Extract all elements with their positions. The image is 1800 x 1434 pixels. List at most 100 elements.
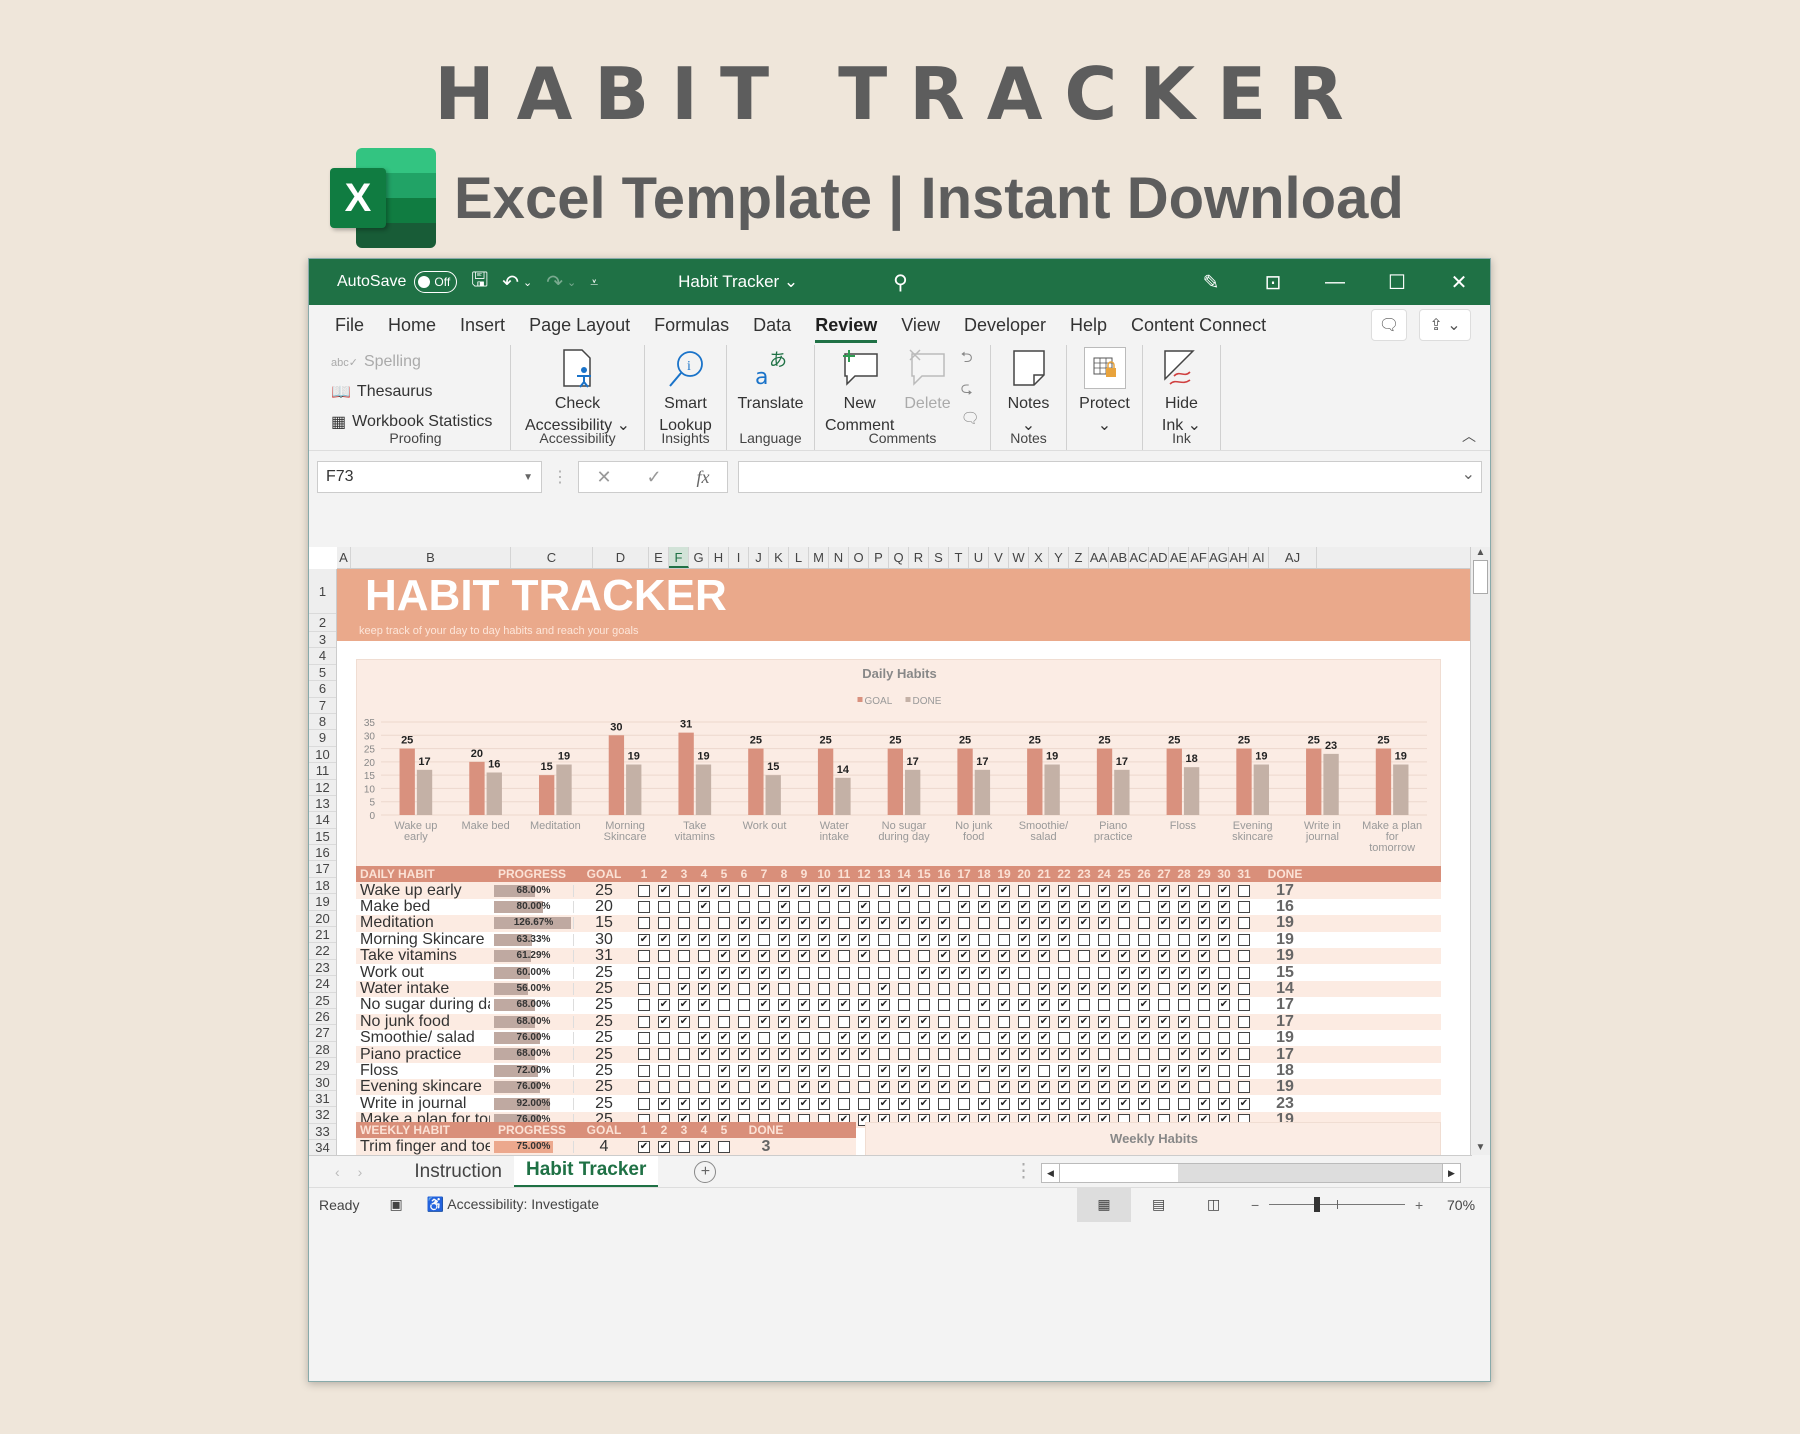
checkbox-checked[interactable]: ✔ [1238, 1097, 1250, 1110]
checkbox-unchecked[interactable] [1158, 1048, 1170, 1061]
checkbox-checked[interactable]: ✔ [1078, 1081, 1090, 1094]
document-title[interactable]: Habit Tracker ⌄ [678, 272, 798, 292]
checkbox-unchecked[interactable] [1138, 1048, 1150, 1061]
checkbox-unchecked[interactable] [678, 884, 690, 897]
checkbox-unchecked[interactable] [998, 982, 1010, 995]
checkbox-checked[interactable]: ✔ [1218, 900, 1230, 913]
checkbox-unchecked[interactable] [738, 1081, 750, 1094]
checkbox-unchecked[interactable] [718, 1015, 730, 1028]
checkbox-unchecked[interactable] [1118, 1064, 1130, 1077]
checkbox-checked[interactable]: ✔ [958, 1032, 970, 1045]
checkbox-checked[interactable]: ✔ [1138, 999, 1150, 1012]
row-header-27[interactable]: 27 [309, 1025, 336, 1042]
checkbox-unchecked[interactable] [958, 999, 970, 1012]
checkbox-checked[interactable]: ✔ [718, 1032, 730, 1045]
row-header-32[interactable]: 32 [309, 1107, 336, 1124]
checkbox-unchecked[interactable] [978, 933, 990, 946]
checkbox-checked[interactable]: ✔ [1218, 1097, 1230, 1110]
tab-insert[interactable]: Insert [448, 305, 517, 345]
column-header-m[interactable]: M [809, 547, 829, 568]
spelling-button[interactable]: abc✓ Spelling [331, 347, 500, 377]
checkbox-checked[interactable]: ✔ [1098, 1032, 1110, 1045]
checkbox-unchecked[interactable] [1118, 1048, 1130, 1061]
checkbox-checked[interactable]: ✔ [1178, 1048, 1190, 1061]
checkbox-unchecked[interactable] [1138, 933, 1150, 946]
checkbox-checked[interactable]: ✔ [858, 1048, 870, 1061]
checkbox-unchecked[interactable] [1218, 1064, 1230, 1077]
checkbox-checked[interactable]: ✔ [678, 982, 690, 995]
checkbox-unchecked[interactable] [758, 1032, 770, 1045]
row-header-18[interactable]: 18 [309, 878, 336, 895]
checkbox-checked[interactable]: ✔ [918, 1097, 930, 1110]
row-header-28[interactable]: 28 [309, 1042, 336, 1059]
row-header-7[interactable]: 7 [309, 698, 336, 714]
checkbox-checked[interactable]: ✔ [658, 933, 670, 946]
row-header-20[interactable]: 20 [309, 911, 336, 928]
checkbox-unchecked[interactable] [678, 1048, 690, 1061]
checkbox-unchecked[interactable] [1238, 999, 1250, 1012]
weekly-habits-chart[interactable]: Weekly HabitsGOALDONE01234543Trimfinger … [865, 1122, 1441, 1155]
checkbox-checked[interactable]: ✔ [1038, 999, 1050, 1012]
checkbox-checked[interactable]: ✔ [798, 1081, 810, 1094]
checkbox-checked[interactable]: ✔ [1158, 884, 1170, 897]
row-header-34[interactable]: 34 [309, 1140, 336, 1155]
checkbox-checked[interactable]: ✔ [698, 999, 710, 1012]
checkbox-checked[interactable]: ✔ [938, 933, 950, 946]
checkbox-unchecked[interactable] [858, 1081, 870, 1094]
checkbox-checked[interactable]: ✔ [858, 999, 870, 1012]
checkbox-unchecked[interactable] [838, 950, 850, 963]
checkbox-unchecked[interactable] [658, 917, 670, 930]
checkbox-unchecked[interactable] [1158, 982, 1170, 995]
checkbox-unchecked[interactable] [1238, 884, 1250, 897]
checkbox-checked[interactable]: ✔ [778, 966, 790, 979]
checkbox-unchecked[interactable] [1138, 884, 1150, 897]
checkbox-unchecked[interactable] [798, 982, 810, 995]
checkbox-checked[interactable]: ✔ [978, 1097, 990, 1110]
column-header-q[interactable]: Q [889, 547, 909, 568]
checkbox-unchecked[interactable] [838, 1064, 850, 1077]
checkbox-checked[interactable]: ✔ [738, 966, 750, 979]
checkbox-unchecked[interactable] [1238, 900, 1250, 913]
checkbox-checked[interactable]: ✔ [938, 950, 950, 963]
checkbox-unchecked[interactable] [1098, 1048, 1110, 1061]
checkbox-unchecked[interactable] [798, 966, 810, 979]
delete-comment-button[interactable]: Delete [904, 345, 951, 415]
checkbox-unchecked[interactable] [638, 1064, 650, 1077]
checkbox-unchecked[interactable] [878, 900, 890, 913]
row-header-31[interactable]: 31 [309, 1091, 336, 1108]
notes-button[interactable]: Notes ⌄ [1001, 345, 1056, 437]
checkbox-checked[interactable]: ✔ [1058, 982, 1070, 995]
checkbox-unchecked[interactable] [1198, 999, 1210, 1012]
checkbox-checked[interactable]: ✔ [858, 900, 870, 913]
checkbox-unchecked[interactable] [978, 1048, 990, 1061]
checkbox-checked[interactable]: ✔ [1218, 982, 1230, 995]
scroll-right-icon[interactable]: ▶ [1442, 1164, 1460, 1182]
checkbox-checked[interactable]: ✔ [1158, 900, 1170, 913]
checkbox-checked[interactable]: ✔ [1018, 1097, 1030, 1110]
checkbox-unchecked[interactable] [1218, 1032, 1230, 1045]
column-header-ae[interactable]: AE [1169, 547, 1189, 568]
checkbox-checked[interactable]: ✔ [978, 950, 990, 963]
checkbox-checked[interactable]: ✔ [818, 1048, 830, 1061]
checkbox-unchecked[interactable] [958, 1015, 970, 1028]
checkbox-checked[interactable]: ✔ [718, 966, 730, 979]
name-box[interactable]: F73 ▼ [317, 461, 542, 493]
checkbox-unchecked[interactable] [658, 982, 670, 995]
checkbox-checked[interactable]: ✔ [758, 1081, 770, 1094]
checkbox-unchecked[interactable] [958, 1048, 970, 1061]
checkbox-unchecked[interactable] [678, 966, 690, 979]
checkbox-checked[interactable]: ✔ [958, 1081, 970, 1094]
checkbox-checked[interactable]: ✔ [718, 933, 730, 946]
checkbox-checked[interactable]: ✔ [758, 1097, 770, 1110]
translate-button[interactable]: aあ Translate [737, 345, 804, 415]
checkbox-checked[interactable]: ✔ [958, 950, 970, 963]
checkbox-checked[interactable]: ✔ [1158, 1064, 1170, 1077]
checkbox-unchecked[interactable] [718, 900, 730, 913]
checkbox-unchecked[interactable] [638, 966, 650, 979]
tab-file[interactable]: File [323, 305, 376, 345]
checkbox-checked[interactable]: ✔ [818, 933, 830, 946]
checkbox-unchecked[interactable] [1238, 982, 1250, 995]
checkbox-checked[interactable]: ✔ [878, 1015, 890, 1028]
checkbox-checked[interactable]: ✔ [758, 917, 770, 930]
checkbox-unchecked[interactable] [898, 900, 910, 913]
